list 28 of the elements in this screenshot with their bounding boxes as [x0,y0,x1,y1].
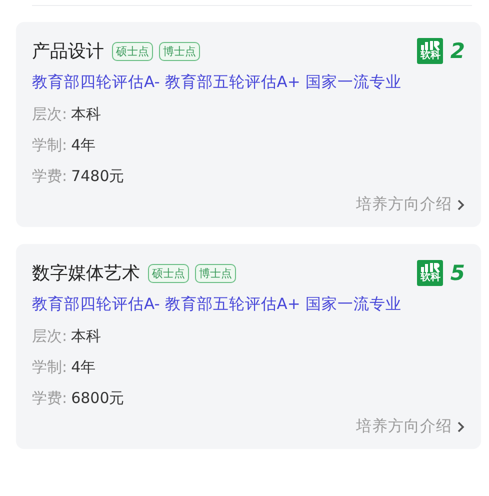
rank-number: 5 [450,261,465,285]
field-label: 层次: [32,327,68,345]
major-name: 产品设计 [32,40,104,63]
degree-tag: 博士点 [159,42,200,60]
intro-link[interactable]: 培养方向介绍 [356,416,465,437]
field-value: 4年 [71,136,96,154]
evaluation-text: 教育部四轮评估A- 教育部五轮评估A+ 国家一流专业 [32,72,402,93]
field-value: 6800元 [71,389,124,407]
evaluation-text: 教育部四轮评估A- 教育部五轮评估A+ 国家一流专业 [32,294,402,315]
field-value: 本科 [71,105,102,123]
field-label: 学制: [32,136,68,154]
field-value: 本科 [71,327,102,345]
rank-number: 2 [450,39,465,63]
field-label: 层次: [32,105,68,123]
major-name: 数字媒体艺术 [32,262,140,285]
degree-tag: 硕士点 [148,264,189,282]
chevron-right-icon [457,198,465,210]
field-label: 学费: [32,167,68,185]
intro-link[interactable]: 培养方向介绍 [356,194,465,215]
chevron-right-icon [457,420,465,432]
field-value: 7480元 [71,167,124,185]
field-label: 学制: [32,358,68,376]
ranking-logo: 软科 [417,38,444,64]
field-label: 学费: [32,389,68,407]
degree-tag: 博士点 [195,264,236,282]
degree-tag: 硕士点 [112,42,153,60]
field-value: 4年 [71,358,96,376]
ranking-logo: 软科 [417,260,444,286]
